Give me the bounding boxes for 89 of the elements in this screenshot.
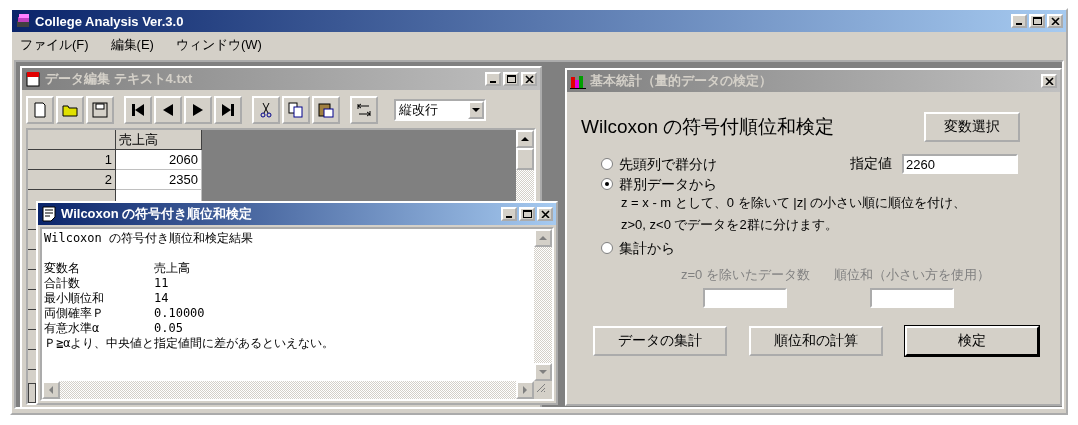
maximize-icon: [506, 75, 516, 83]
document-icon: [41, 206, 57, 222]
close-icon: [540, 210, 550, 218]
menu-item[interactable]: 編集(E): [110, 36, 154, 54]
result-label: 有意水準α: [44, 321, 101, 336]
window-title: 基本統計（量的データの検定）: [590, 72, 773, 90]
menu-item[interactable]: ファイル(F): [20, 36, 89, 54]
scrollbar[interactable]: [534, 229, 552, 381]
scroll-down-icon: [539, 370, 547, 374]
scroll-left-icon: [49, 386, 53, 394]
target-value-field[interactable]: 2260: [902, 154, 1018, 174]
notepad-icon: [25, 71, 41, 87]
scroll-up-icon: [539, 236, 547, 240]
close-button[interactable]: [537, 207, 553, 221]
description-text: z = x - m として、0 を除いて |z| の小さい順に順位を付け、: [620, 194, 968, 212]
tab-arrows-icon: [356, 102, 372, 118]
window-title: College Analysis Ver.3.0: [35, 13, 185, 29]
input-field[interactable]: [869, 288, 954, 308]
toolbar-button[interactable]: [252, 96, 280, 124]
bar-chart-icon: [570, 73, 586, 89]
toolbar-button[interactable]: [124, 96, 152, 124]
menu-item[interactable]: ウィンドウ(W): [175, 36, 262, 54]
close-button[interactable]: [521, 72, 537, 86]
table-cell: 2060: [116, 150, 202, 170]
window-title: データ編集 テキスト4.txt: [45, 70, 194, 88]
result-value: 14: [154, 291, 169, 306]
folder-icon: [62, 102, 78, 118]
toolbar-button[interactable]: [184, 96, 212, 124]
minimize-button[interactable]: [485, 72, 501, 86]
scroll-up-button[interactable]: [516, 130, 534, 148]
result-heading: Wilcoxon の符号付き順位和検定結果: [44, 231, 255, 246]
scissors-icon: [258, 102, 274, 118]
close-icon: [1044, 77, 1054, 85]
minimize-button[interactable]: [1011, 14, 1027, 28]
action-button[interactable]: 順位和の計算: [749, 326, 883, 356]
radio-option[interactable]: 先頭列で群分け: [601, 154, 717, 174]
resize-grip-icon: [534, 381, 546, 393]
description-text: z>0, z<0 でデータを2群に分けます。: [620, 216, 839, 234]
result-value: 売上高: [154, 261, 190, 276]
result-value: 0.05: [154, 321, 183, 336]
toolbar-button[interactable]: [86, 96, 114, 124]
maximize-icon: [1032, 17, 1042, 25]
result-label: 合計数: [44, 276, 81, 291]
select-variables-button[interactable]: 変数選択: [924, 112, 1020, 142]
close-icon: [524, 75, 534, 83]
last-record-icon: [220, 102, 236, 118]
books-icon: [15, 13, 31, 29]
copy-icon: [288, 102, 304, 118]
new-file-icon: [32, 102, 48, 118]
result-value: 11: [154, 276, 169, 291]
radio-option[interactable]: 集計から: [601, 238, 1042, 258]
result-label: 両側確率Ｐ: [44, 306, 105, 321]
minimize-button[interactable]: [501, 207, 517, 221]
row-header: 2: [28, 170, 116, 190]
dropdown-value: 縦改行: [399, 101, 438, 119]
field-label: z=0 を除いたデータ数: [681, 266, 810, 284]
close-icon: [1050, 17, 1060, 25]
toolbar-button[interactable]: [154, 96, 182, 124]
row-header: 1: [28, 150, 116, 170]
scroll-up-icon: [521, 137, 529, 141]
dialog-heading: Wilcoxon の符号付順位和検定: [581, 115, 835, 139]
close-button[interactable]: [1047, 14, 1063, 28]
scroll-right-icon: [523, 386, 527, 394]
first-record-icon: [130, 102, 146, 118]
column-header: 売上高: [116, 130, 202, 150]
maximize-button[interactable]: [503, 72, 519, 86]
field-label: 順位和（小さい方を使用）: [833, 266, 990, 284]
field-label: 指定値: [850, 155, 892, 173]
toolbar-button[interactable]: [312, 96, 340, 124]
result-value: 0.10000: [154, 306, 205, 321]
dropdown-arrow-icon: [472, 108, 480, 112]
maximize-button[interactable]: [1029, 14, 1045, 28]
scrollbar[interactable]: [42, 381, 552, 399]
toolbar-button[interactable]: [214, 96, 242, 124]
input-field[interactable]: [703, 288, 788, 308]
table-cell: 2350: [116, 170, 202, 190]
close-button[interactable]: [1041, 74, 1057, 88]
maximize-button[interactable]: [519, 207, 535, 221]
scroll-thumb[interactable]: [516, 148, 534, 170]
window-title: Wilcoxon の符号付き順位和検定: [61, 205, 254, 223]
result-conclusion: Ｐ≧αより、中央値と指定値間に差があるといえない。: [44, 336, 336, 351]
clipboard-icon: [318, 102, 334, 118]
maximize-icon: [522, 210, 532, 218]
action-button[interactable]: データの集計: [593, 326, 727, 356]
result-label: 最小順位和: [44, 291, 105, 306]
radio-option[interactable]: 群別データから: [601, 174, 1042, 194]
result-label: 変数名: [44, 261, 81, 276]
action-button[interactable]: 検定: [905, 326, 1039, 356]
mode-dropdown[interactable]: 縦改行: [394, 99, 486, 121]
